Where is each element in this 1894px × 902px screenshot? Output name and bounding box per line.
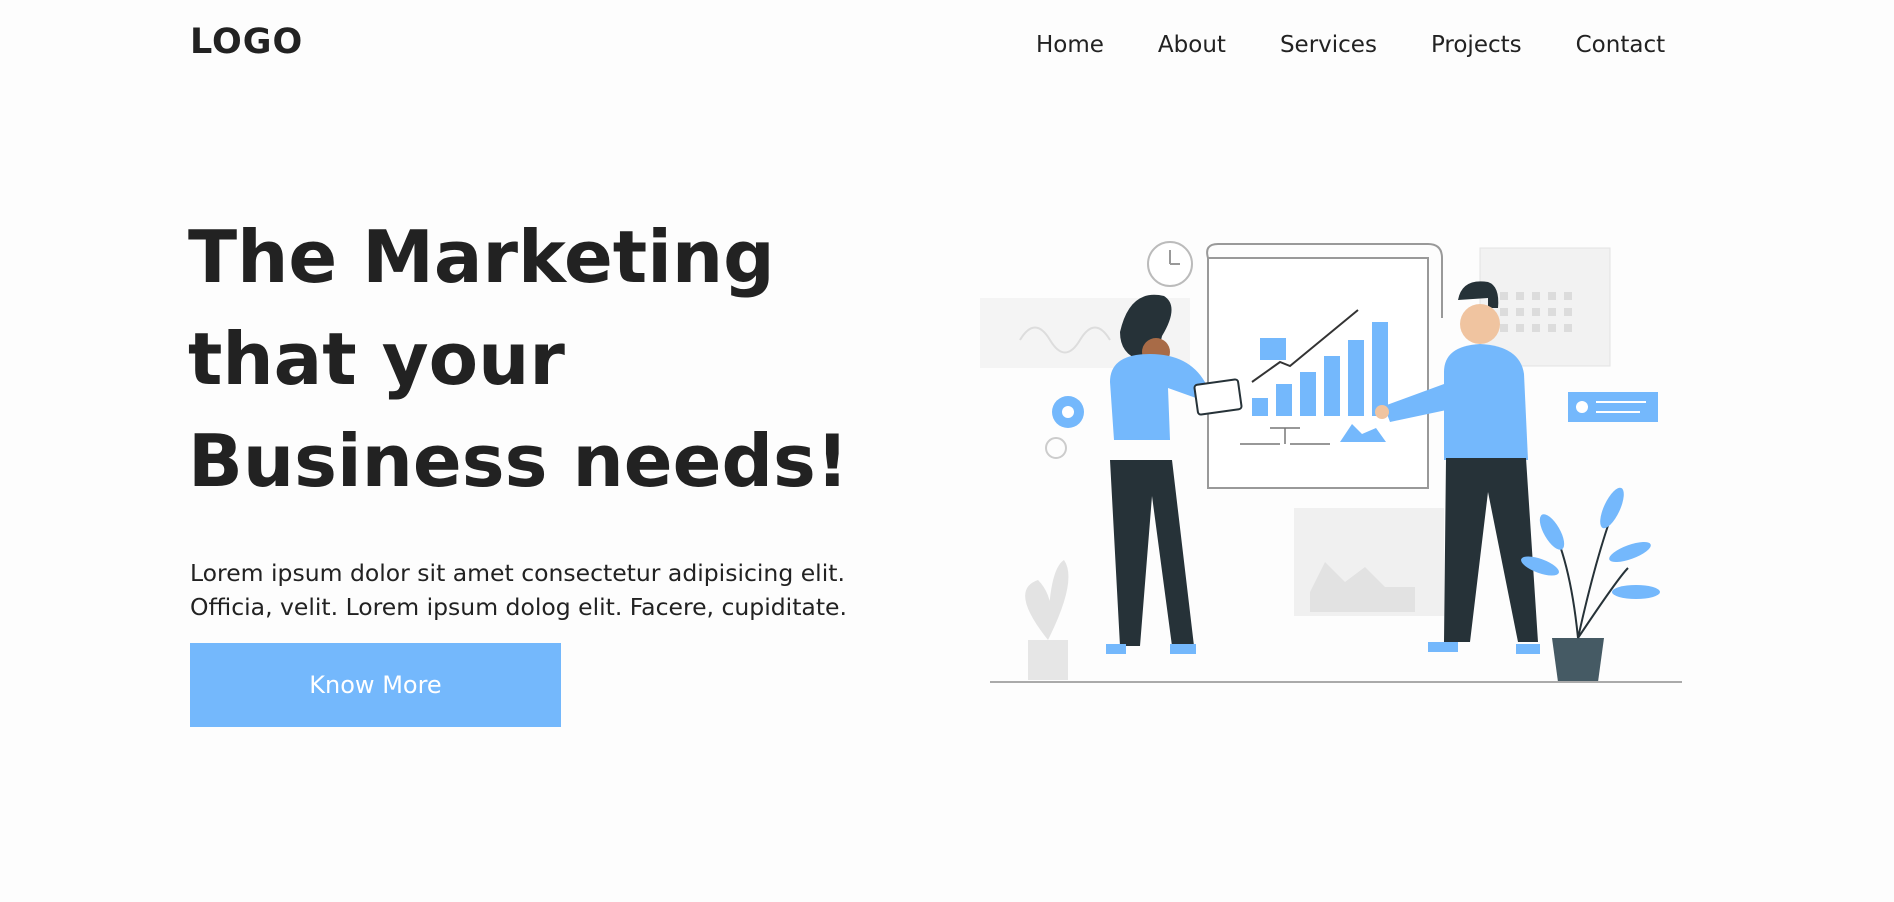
nav-menu: Home About Services Projects Contact (1036, 32, 1719, 58)
know-more-button[interactable]: Know More (190, 643, 561, 727)
hero-title: The Marketing that your Business needs! (188, 215, 849, 503)
hero-description: Lorem ipsum dolor sit amet consectetur a… (190, 559, 847, 621)
nav-link-services[interactable]: Services (1280, 32, 1377, 58)
nav-link-about[interactable]: About (1158, 32, 1226, 58)
nav-link-projects[interactable]: Projects (1431, 32, 1522, 58)
nav-link-home[interactable]: Home (1036, 32, 1104, 58)
gray-plant (1025, 560, 1069, 680)
top-navigation: LOGO Home About Services Projects Contac… (0, 0, 1894, 92)
business-presentation-illustration (980, 241, 1682, 683)
logo[interactable]: LOGO (190, 22, 303, 62)
nav-link-contact[interactable]: Contact (1576, 32, 1665, 58)
